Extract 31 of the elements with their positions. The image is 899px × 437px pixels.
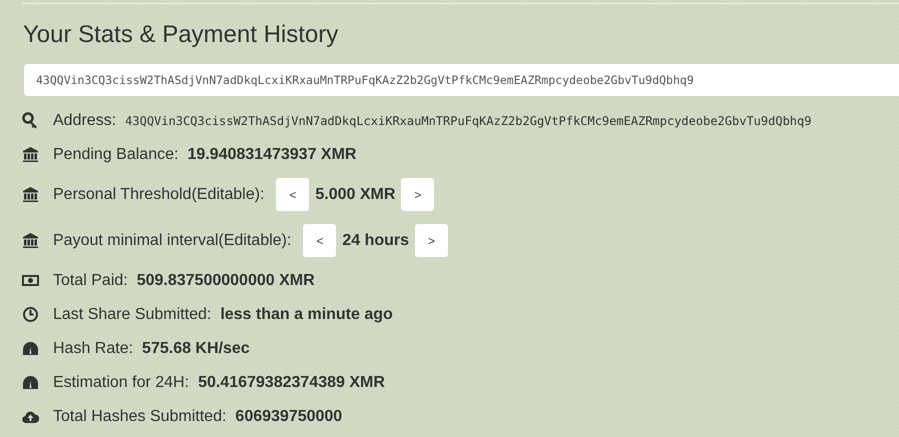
stat-value: less than a minute ago [220,304,393,325]
stat-label: Last Share Submitted: [53,304,212,325]
stat-label: Address: [53,110,116,131]
bank-icon [22,146,39,164]
decrease-button[interactable]: < [276,178,310,212]
stat-label: Hash Rate: [53,338,134,359]
stat-label: Pending Balance: [53,144,178,165]
stat-value: 50.41679382374389 XMR [198,372,385,393]
bank-icon [22,232,39,250]
stat-value: 575.68 KH/sec [142,338,250,359]
gauge-icon [22,340,39,358]
stat-value: 43QQVin3CQ3cissW2ThASdjVnN7adDkqLcxiKRxauMnTRPuFqKAzZ2b2GgVtPfkCMc9emEAZRmpcydeobe2GbvTu9dQbhq9 [125,112,812,130]
stat-label: Estimation for 24H: [53,372,190,393]
stat-value: 606939750000 [235,406,342,427]
stat-label: Total Paid: [53,270,128,291]
stat-value: 5.000 XMR [315,184,396,205]
stat-label: Payout minimal interval(Editable): [53,230,292,251]
decrease-button[interactable]: < [303,224,336,258]
address-field[interactable]: 43QQVin3CQ3cissW2ThASdjVnN7adDkqLcxiKRxauMnTRPuFqKAzZ2b2GgVtPfkCMc9emEAZRmpcydeobe2GbvTu9dQbhq9 [24,64,899,96]
page-heading: Your Stats & Payment History [23,21,340,50]
stat-value: 24 hours [342,230,410,251]
stat-value: 509.837500000000 XMR [136,270,315,291]
key-icon [22,112,39,130]
clock-icon [22,306,39,324]
increase-button[interactable]: > [401,178,434,212]
stat-value: 19.940831473937 XMR [187,144,356,165]
stat-label: Personal Threshold(Editable): [53,184,264,205]
bank-icon [22,186,39,204]
stat-label: Total Hashes Submitted: [53,406,226,427]
gauge-icon [22,374,39,392]
increase-button[interactable]: > [415,224,448,258]
